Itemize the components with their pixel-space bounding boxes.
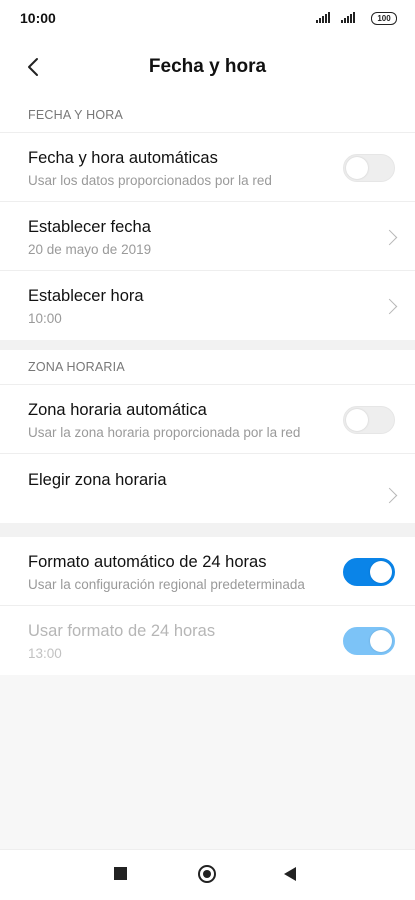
- page-title: Fecha y hora: [148, 56, 267, 77]
- row-title: Establecer hora: [28, 287, 144, 305]
- section-divider: [0, 340, 415, 350]
- back-button[interactable]: [284, 867, 296, 881]
- signal-icon: [316, 12, 330, 23]
- row-subtitle: Usar los datos proporcionados por la red: [28, 173, 272, 188]
- row-subtitle: Usar la configuración regional predeterm…: [28, 577, 305, 592]
- section-label-date-time: FECHA Y HORA: [0, 98, 415, 133]
- row-title: Elegir zona horaria: [28, 471, 167, 489]
- row-title: Establecer fecha: [28, 218, 151, 236]
- use-24h-format-row: Usar formato de 24 horas 13:00: [0, 606, 415, 675]
- set-time-row[interactable]: Establecer hora 10:00: [0, 271, 415, 340]
- signal-icon: [341, 12, 355, 23]
- auto-24h-format-row[interactable]: Formato automático de 24 horas Usar la c…: [0, 537, 415, 606]
- row-subtitle: Usar la zona horaria proporcionada por l…: [28, 425, 301, 440]
- chevron-right-icon: [381, 487, 398, 504]
- date-time-section: FECHA Y HORA Fecha y hora automáticas Us…: [0, 98, 415, 340]
- choose-time-zone-row[interactable]: Elegir zona horaria: [0, 454, 415, 523]
- row-title: Formato automático de 24 horas: [28, 553, 267, 571]
- app-header: Fecha y hora: [0, 36, 415, 98]
- recent-apps-button[interactable]: [114, 867, 127, 880]
- auto-time-zone-toggle[interactable]: [343, 406, 395, 434]
- time-zone-section: ZONA HORARIA Zona horaria automática Usa…: [0, 350, 415, 523]
- auto-time-zone-row[interactable]: Zona horaria automática Usar la zona hor…: [0, 385, 415, 454]
- home-button[interactable]: [198, 865, 216, 883]
- row-title: Fecha y hora automáticas: [28, 149, 218, 167]
- system-nav-bar: [0, 849, 415, 900]
- auto-date-time-row[interactable]: Fecha y hora automáticas Usar los datos …: [0, 133, 415, 202]
- chevron-right-icon: [381, 298, 398, 315]
- row-value: 10:00: [28, 311, 62, 326]
- status-time: 10:00: [20, 10, 56, 26]
- section-divider: [0, 523, 415, 537]
- row-title: Usar formato de 24 horas: [28, 622, 216, 640]
- auto-24h-format-toggle[interactable]: [343, 558, 395, 586]
- format-section: Formato automático de 24 horas Usar la c…: [0, 537, 415, 675]
- chevron-right-icon: [381, 229, 398, 246]
- auto-date-time-toggle[interactable]: [343, 154, 395, 182]
- battery-icon: 100: [371, 12, 397, 25]
- set-date-row[interactable]: Establecer fecha 20 de mayo de 2019: [0, 202, 415, 271]
- row-value: 20 de mayo de 2019: [28, 242, 152, 257]
- row-title: Zona horaria automática: [28, 401, 207, 419]
- row-subtitle: 13:00: [28, 646, 62, 661]
- use-24h-format-toggle: [343, 627, 395, 655]
- section-label-time-zone: ZONA HORARIA: [0, 350, 415, 385]
- status-bar: 10:00 100: [0, 0, 415, 36]
